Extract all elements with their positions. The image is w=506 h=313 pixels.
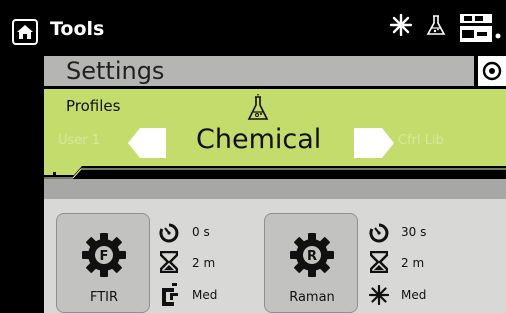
- ftir-timer-value: 0 s: [192, 225, 210, 239]
- home-icon[interactable]: [12, 19, 38, 45]
- settings-title: Settings: [66, 57, 165, 85]
- profile-flask-icon: [246, 94, 270, 126]
- settings-header: Settings: [44, 56, 474, 86]
- page-dot: [53, 172, 56, 175]
- ftir-duration-value: 2 m: [192, 256, 216, 270]
- app-title: Tools: [50, 18, 105, 40]
- raman-duration-value: 2 m: [401, 256, 425, 270]
- next-profile-label: Cfrl Lib: [398, 133, 444, 148]
- hourglass-icon: [369, 250, 389, 277]
- timer-icon: [158, 222, 180, 248]
- ftir-power-value: Med: [192, 288, 218, 302]
- previous-profile-label: User 1: [58, 133, 101, 148]
- flask-icon: [426, 13, 446, 41]
- laser-power-icon: [368, 284, 390, 309]
- battery-icon: [459, 12, 501, 50]
- raman-timer-value: 30 s: [401, 225, 427, 239]
- raman-tile[interactable]: R Raman: [264, 213, 358, 313]
- raman-label: Raman: [289, 290, 335, 305]
- profiles-label: Profiles: [66, 97, 121, 115]
- next-profile-arrow[interactable]: [354, 128, 394, 162]
- previous-profile-arrow[interactable]: [128, 128, 166, 162]
- screen: Tools Settings Profiles User 1 Chemical …: [0, 0, 506, 313]
- ftir-gear-icon: F: [81, 232, 127, 282]
- raman-power-value: Med: [401, 288, 427, 302]
- eye-icon[interactable]: [478, 56, 506, 86]
- ftir-letter: F: [100, 249, 109, 264]
- top-bar: Tools: [0, 0, 506, 50]
- current-profile-name: Chemical: [196, 124, 322, 155]
- ftir-label: FTIR: [89, 290, 119, 305]
- raman-gear-icon: R: [289, 232, 335, 282]
- ftir-power-icon: [160, 282, 180, 310]
- hourglass-icon: [159, 250, 179, 277]
- ftir-tile[interactable]: F FTIR: [56, 213, 150, 313]
- laser-icon: [389, 13, 413, 40]
- raman-letter: R: [307, 249, 317, 264]
- timer-icon: [368, 222, 390, 248]
